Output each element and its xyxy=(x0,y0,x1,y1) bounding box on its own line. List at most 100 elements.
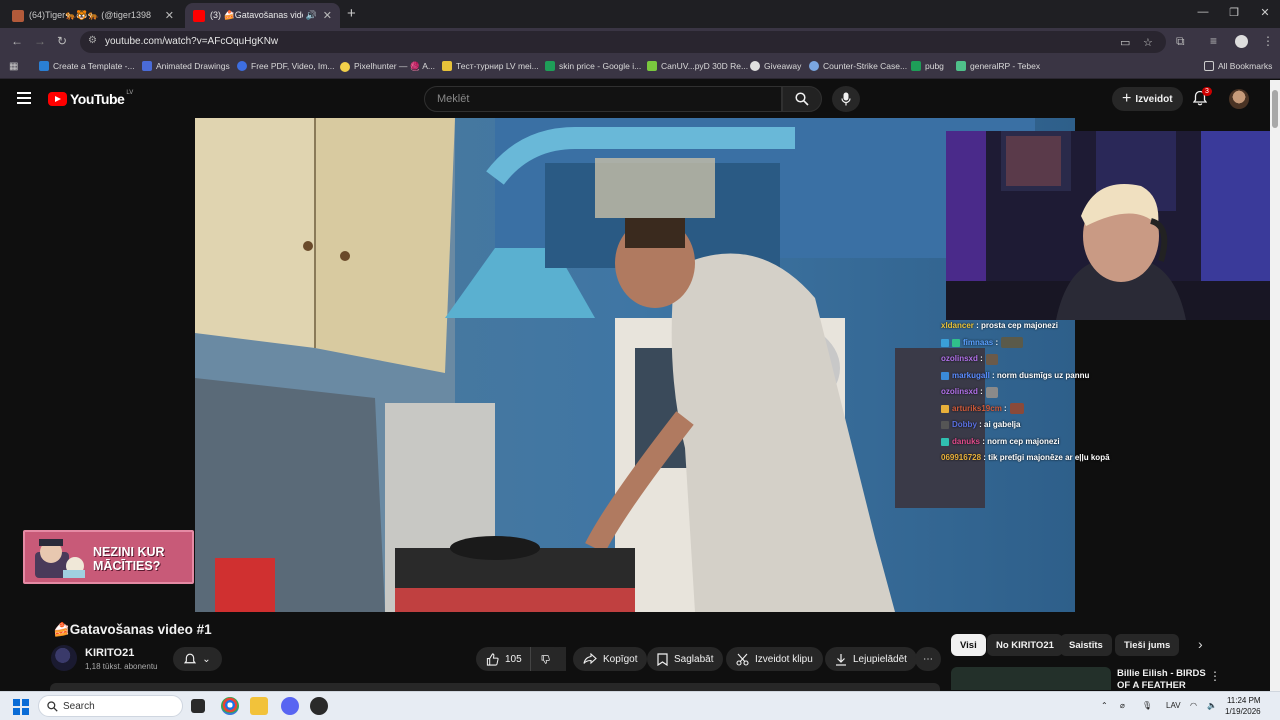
search-box[interactable] xyxy=(424,86,782,112)
promo-line-2: MĀCĪTIES? xyxy=(93,559,161,573)
forward-icon[interactable]: → xyxy=(34,34,46,48)
address-bar[interactable]: ⚙ youtube.com/watch?v=AFcOquHgKNw ▭ ☆ xyxy=(80,31,1166,53)
minimize-button[interactable]: — xyxy=(1186,6,1220,18)
close-tab-icon[interactable]: ✕ xyxy=(165,9,174,22)
recommended-video-thumbnail[interactable] xyxy=(951,667,1111,690)
chip-all[interactable]: Visi xyxy=(951,634,986,656)
language-indicator[interactable]: LAV xyxy=(1166,701,1181,710)
share-button[interactable]: Kopīgot xyxy=(573,647,648,671)
bookmark-favicon-icon xyxy=(809,61,819,71)
media-controls-icon[interactable]: ≡ xyxy=(1210,34,1217,48)
download-button[interactable]: Lejupielādēt xyxy=(825,647,917,671)
scrollbar-thumb[interactable] xyxy=(1272,90,1278,128)
browser-menu-icon[interactable]: ⋮ xyxy=(1262,34,1274,48)
microphone-tray-icon[interactable]: 🎙 xyxy=(1142,701,1152,710)
chevron-right-icon[interactable]: › xyxy=(1198,636,1203,652)
app-taskbar-icon[interactable] xyxy=(310,697,328,715)
browser-toolbar: ← → ↻ ⚙ youtube.com/watch?v=AFcOquHgKNw … xyxy=(0,28,1280,55)
close-tab-icon[interactable]: ✕ xyxy=(323,9,332,22)
page-scrollbar[interactable] xyxy=(1270,80,1280,692)
dislike-button[interactable] xyxy=(530,647,566,671)
more-vertical-icon[interactable]: ⋮ xyxy=(1209,669,1221,683)
more-actions-button[interactable]: ⋯ xyxy=(915,647,941,671)
discord-taskbar-icon[interactable] xyxy=(281,697,299,715)
guide-menu-icon[interactable] xyxy=(17,92,31,104)
profile-icon[interactable] xyxy=(1235,35,1248,48)
chip-related[interactable]: Saistīts xyxy=(1060,634,1112,656)
back-icon[interactable]: ← xyxy=(11,34,23,48)
promo-line-1: NEZINI KUR xyxy=(93,545,165,559)
reload-icon[interactable]: ↻ xyxy=(57,34,67,48)
like-count: 105 xyxy=(505,653,522,665)
youtube-logo[interactable]: YouTube LV xyxy=(48,90,133,107)
chip-for-you[interactable]: Tieši jums xyxy=(1115,634,1180,656)
taskbar-search[interactable]: Search xyxy=(38,695,183,717)
chat-emote-icon xyxy=(1009,403,1024,415)
cast-icon[interactable]: ▭ xyxy=(1120,36,1130,49)
bookmark-item[interactable]: Pixelhunter — 🧶 A... xyxy=(340,61,435,72)
bookmark-favicon-icon xyxy=(39,61,49,71)
voice-search-button[interactable] xyxy=(832,86,860,112)
maximize-button[interactable]: ❐ xyxy=(1217,6,1251,19)
windows-start-icon[interactable] xyxy=(13,699,29,715)
notifications-button[interactable]: 3 xyxy=(1192,87,1212,111)
search-icon xyxy=(47,701,58,712)
system-clock[interactable]: 11:24 PM 1/19/2026 xyxy=(1225,695,1261,717)
browser-tab-tiger[interactable]: (64)Tiger🐅🐯🐅 (@tiger1398 ✕ xyxy=(4,3,182,28)
chat-username: markugall xyxy=(952,370,990,380)
bookmark-favicon-icon xyxy=(237,61,247,71)
bookmark-favicon-icon xyxy=(142,61,152,71)
chat-text: norm dusmīgs uz pannu xyxy=(996,370,1090,380)
description-box[interactable] xyxy=(50,683,940,691)
subscription-notification-button[interactable]: ⌄ xyxy=(173,647,222,671)
task-view-icon[interactable] xyxy=(191,699,205,713)
bookmark-item[interactable]: Тест-турнир LV mei... xyxy=(442,61,539,71)
search-input[interactable] xyxy=(437,93,757,105)
channel-name[interactable]: KIRITO21 xyxy=(85,647,134,659)
save-button[interactable]: Saglabāt xyxy=(647,647,724,671)
more-horizontal-icon: ⋯ xyxy=(923,653,933,665)
browser-tab-youtube[interactable]: (3) 🍰Gatavošanas video # 🔊 ✕ xyxy=(185,3,340,28)
account-avatar[interactable] xyxy=(1229,89,1249,109)
taskbar-search-label: Search xyxy=(63,701,95,712)
bookmark-favicon-icon xyxy=(340,61,350,72)
chat-badge-icon xyxy=(941,404,949,413)
recommended-video-title[interactable]: Billie Eilish - BIRDS OF A FEATHER xyxy=(1117,668,1207,690)
create-button[interactable]: + Izveidot xyxy=(1112,87,1183,111)
download-icon xyxy=(836,653,846,666)
chrome-taskbar-icon[interactable] xyxy=(221,697,239,715)
chip-from-channel[interactable]: No KIRITO21 xyxy=(987,634,1063,656)
bookmark-item[interactable]: CanUV...pyD 30D Re... xyxy=(647,61,748,71)
bookmark-item[interactable]: Giveaway xyxy=(750,61,801,71)
apps-grid-icon[interactable]: ▦ xyxy=(9,61,18,72)
clip-button[interactable]: Izveidot klipu xyxy=(726,647,823,671)
share-icon xyxy=(583,653,597,665)
channel-avatar[interactable] xyxy=(51,645,77,671)
url-text[interactable]: youtube.com/watch?v=AFcOquHgKNw xyxy=(105,36,278,47)
close-window-button[interactable]: ✕ xyxy=(1248,6,1280,19)
file-explorer-icon[interactable] xyxy=(250,697,268,715)
search-button[interactable] xyxy=(782,86,822,112)
bookmark-item[interactable]: skin price - Google i... xyxy=(545,61,641,71)
bookmark-star-icon[interactable]: ☆ xyxy=(1143,36,1153,49)
bookmark-item[interactable]: Animated Drawings xyxy=(142,61,230,71)
new-tab-button[interactable]: + xyxy=(347,5,356,22)
subscriber-count: 1,18 tūkst. abonentu xyxy=(85,662,158,671)
promo-banner[interactable]: NEZINI KUR MĀCĪTIES? xyxy=(23,530,194,584)
bookmark-item[interactable]: Counter-Strike Case... xyxy=(809,61,907,71)
bookmark-item[interactable]: Create a Template -... xyxy=(39,61,135,71)
extensions-icon[interactable]: ⧉ xyxy=(1176,34,1185,49)
chat-badge-icon xyxy=(941,338,949,347)
chat-username: Dobby xyxy=(952,420,977,429)
bookmark-item[interactable]: pubg xyxy=(911,61,944,71)
audio-playing-icon[interactable]: 🔊 xyxy=(306,10,317,21)
volume-icon[interactable]: 🔈 xyxy=(1207,701,1217,710)
chat-message: fimnaas : xyxy=(941,335,1271,352)
all-bookmarks-folder[interactable]: All Bookmarks xyxy=(1204,61,1272,71)
bookmark-item[interactable]: Free PDF, Video, Im... xyxy=(237,61,334,71)
chevron-up-icon[interactable]: ⌃ xyxy=(1101,701,1108,710)
network-icon[interactable]: ⌀ xyxy=(1120,701,1125,710)
wifi-icon[interactable]: ◠ xyxy=(1190,701,1197,710)
site-info-icon[interactable]: ⚙ xyxy=(88,35,97,46)
bookmark-item[interactable]: generalRP - Tebex xyxy=(956,61,1040,71)
